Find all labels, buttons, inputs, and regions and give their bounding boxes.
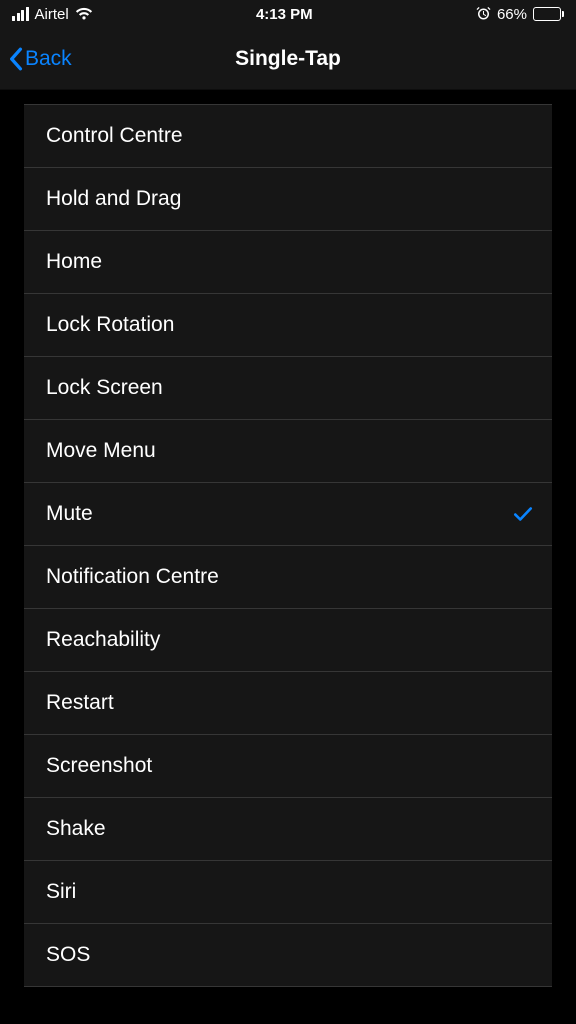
option-label: Lock Rotation [46,313,174,337]
battery-icon [533,7,564,21]
status-time: 4:13 PM [256,6,313,23]
option-item[interactable]: Screenshot [24,735,552,798]
status-bar: Airtel 4:13 PM 66% [0,0,576,28]
option-label: Siri [46,880,76,904]
option-label: Reachability [46,628,160,652]
option-item[interactable]: Move Menu [24,420,552,483]
wifi-icon [75,7,93,21]
option-item[interactable]: Home [24,231,552,294]
option-item[interactable]: Restart [24,672,552,735]
chevron-left-icon [8,47,23,71]
option-item[interactable]: Control Centre [24,105,552,168]
back-label: Back [25,47,72,71]
nav-title: Single-Tap [235,47,341,71]
option-label: Control Centre [46,124,183,148]
option-item[interactable]: Mute [24,483,552,546]
option-item[interactable]: Siri [24,861,552,924]
option-item[interactable]: Reachability [24,609,552,672]
back-button[interactable]: Back [0,47,72,71]
option-label: Mute [46,502,93,526]
option-label: Restart [46,691,114,715]
alarm-icon [476,7,491,22]
option-item[interactable]: Hold and Drag [24,168,552,231]
option-label: Move Menu [46,439,156,463]
checkmark-icon [512,503,534,525]
battery-percent: 66% [497,6,527,23]
option-item[interactable]: Lock Screen [24,357,552,420]
content: Control Centre Hold and Drag Home Lock Rota… [0,104,576,987]
carrier-label: Airtel [35,6,69,23]
option-label: Shake [46,817,106,841]
status-right: 66% [476,6,564,23]
option-item[interactable]: Lock Rotation [24,294,552,357]
option-label: Screenshot [46,754,152,778]
option-label: Lock Screen [46,376,163,400]
option-label: SOS [46,943,90,967]
option-item[interactable]: SOS [24,924,552,987]
option-label: Hold and Drag [46,187,181,211]
option-item[interactable]: Shake [24,798,552,861]
option-label: Notification Centre [46,565,219,589]
nav-bar: Back Single-Tap [0,28,576,90]
status-left: Airtel [12,6,93,23]
option-item[interactable]: Notification Centre [24,546,552,609]
option-label: Home [46,250,102,274]
signal-bars-icon [12,7,29,21]
options-list: Control Centre Hold and Drag Home Lock Rota… [24,104,552,987]
